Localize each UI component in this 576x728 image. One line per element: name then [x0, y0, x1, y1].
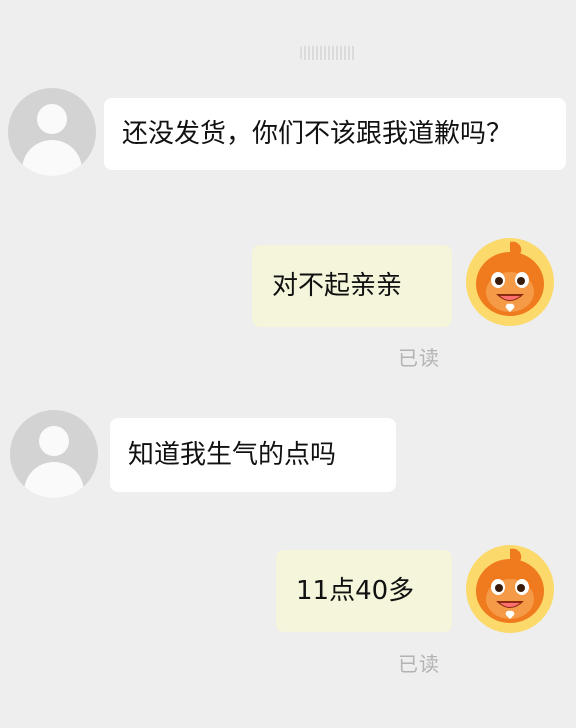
message-bubble-outgoing[interactable]: 对不起亲亲	[252, 245, 452, 327]
avatar-body	[22, 140, 82, 176]
message-text: 还没发货，你们不该跟我道歉吗？	[122, 119, 513, 149]
read-status: 已读	[398, 346, 440, 370]
message-bubble-outgoing[interactable]: 11点40多	[276, 550, 452, 632]
avatar-body	[24, 462, 84, 498]
message-bubble-incoming[interactable]: 还没发货，你们不该跟我道歉吗？	[104, 98, 566, 170]
read-status: 已读	[398, 652, 440, 676]
message-bubble-incoming[interactable]: 知道我生气的点吗	[110, 418, 396, 492]
avatar-head	[37, 104, 67, 134]
message-text: 知道我生气的点吗	[128, 440, 337, 470]
shop-mascot-avatar-icon[interactable]	[466, 238, 554, 326]
avatar-head	[39, 426, 69, 456]
message-text: 对不起亲亲	[272, 271, 403, 301]
customer-avatar-icon[interactable]	[10, 410, 98, 498]
blurred-timestamp	[300, 46, 356, 60]
message-text: 11点40多	[296, 576, 415, 606]
customer-avatar-icon[interactable]	[8, 88, 96, 176]
shop-mascot-avatar-icon[interactable]	[466, 545, 554, 633]
